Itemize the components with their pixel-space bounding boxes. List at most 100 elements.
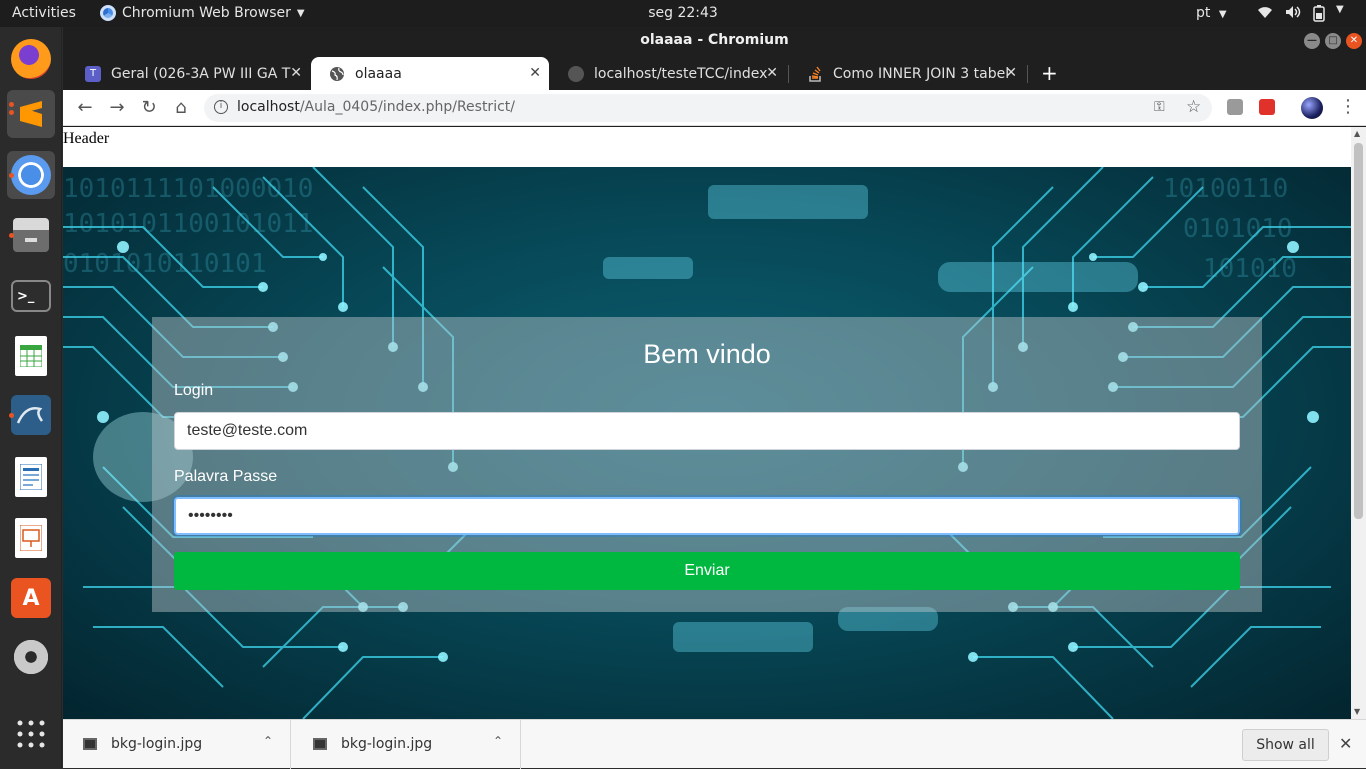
- extension-icon[interactable]: [1227, 99, 1243, 115]
- close-icon[interactable]: ✕: [766, 65, 778, 81]
- window-title: olaaaa - Chromium: [640, 32, 789, 48]
- scroll-up-arrow-icon[interactable]: ▲: [1354, 129, 1360, 138]
- language-indicator[interactable]: pt ▼: [1196, 5, 1227, 21]
- dock-settings[interactable]: [7, 633, 55, 681]
- window-titlebar[interactable]: olaaaa - Chromium — □ ✕: [63, 27, 1366, 54]
- file-manager-icon: [13, 218, 49, 252]
- vertical-scrollbar[interactable]: ▲ ▼: [1351, 127, 1366, 719]
- activities-button[interactable]: Activities: [12, 5, 76, 21]
- app-menu-label: Chromium Web Browser: [122, 5, 291, 21]
- close-icon[interactable]: ✕: [290, 65, 302, 81]
- chevron-down-icon: ▼: [1218, 9, 1227, 20]
- login-card: Bem vindo Login teste@teste.com Palavra …: [152, 317, 1262, 612]
- system-tray[interactable]: ▼: [1256, 4, 1344, 26]
- dock-chromium[interactable]: [7, 151, 55, 199]
- chevron-down-icon: ▼: [296, 7, 305, 19]
- running-indicator: [9, 173, 14, 178]
- chevron-up-icon[interactable]: ⌃: [263, 734, 273, 748]
- download-item[interactable]: bkg-login.jpg ⌃: [63, 720, 291, 769]
- battery-icon: [1312, 4, 1326, 26]
- globe-icon: [329, 66, 345, 82]
- tab-label: Geral (026-3A PW III GA TE: [111, 65, 291, 82]
- login-email-input[interactable]: teste@teste.com: [174, 412, 1240, 450]
- svg-text:0101010: 0101010: [1183, 214, 1293, 244]
- software-center-icon: A: [11, 578, 51, 618]
- forward-arrow-icon[interactable]: →: [105, 96, 129, 120]
- profile-avatar[interactable]: [1301, 97, 1323, 119]
- site-info-icon[interactable]: i: [214, 100, 228, 114]
- dock-software-center[interactable]: A: [7, 574, 55, 622]
- login-label: Login: [174, 382, 214, 399]
- svg-text:10100110: 10100110: [1163, 174, 1288, 204]
- tab-olaaaa[interactable]: olaaaa ✕: [311, 57, 549, 90]
- dock-files[interactable]: [7, 211, 55, 259]
- stackoverflow-icon: [807, 66, 823, 82]
- dock-sublime-text[interactable]: [7, 90, 55, 138]
- dock-impress[interactable]: [7, 514, 55, 562]
- dock-calc[interactable]: [7, 332, 55, 380]
- dock-writer[interactable]: [7, 453, 55, 501]
- tab-strip: T Geral (026-3A PW III GA TE ✕ olaaaa ✕ …: [63, 54, 1366, 90]
- close-icon[interactable]: ✕: [1339, 734, 1352, 753]
- tab-teams[interactable]: T Geral (026-3A PW III GA TE ✕: [67, 57, 310, 90]
- spreadsheet-icon: [15, 336, 47, 376]
- chromium-icon: [100, 5, 116, 21]
- scrollbar-thumb[interactable]: [1354, 143, 1363, 519]
- language-label: pt: [1196, 5, 1211, 21]
- address-bar[interactable]: i localhost/Aula_0405/index.php/Restrict…: [204, 94, 1212, 122]
- tab-localhost-testetcc[interactable]: localhost/testeTCC/index ✕: [550, 57, 786, 90]
- page-viewport: Header 1010111101000010 1010101100101011…: [63, 127, 1366, 719]
- teams-icon: T: [85, 65, 101, 82]
- dock-mysql-workbench[interactable]: [7, 391, 55, 439]
- ubuntu-dock: >_ A: [0, 27, 62, 768]
- sublime-text-icon: [11, 94, 51, 134]
- tab-label: localhost/testeTCC/index: [594, 65, 768, 82]
- chevron-down-icon: ▼: [1336, 4, 1344, 15]
- maximize-button[interactable]: □: [1325, 33, 1341, 49]
- globe-icon: [568, 65, 584, 82]
- new-tab-plus-icon[interactable]: +: [1041, 61, 1058, 85]
- download-item[interactable]: bkg-login.jpg ⌃: [293, 720, 521, 769]
- dock-terminal[interactable]: >_: [7, 272, 55, 320]
- back-arrow-icon[interactable]: ←: [73, 96, 97, 120]
- lock-extension-icon[interactable]: [1259, 99, 1275, 115]
- close-icon[interactable]: ✕: [1005, 65, 1017, 81]
- page-header: Header: [63, 130, 110, 147]
- running-indicator: [9, 110, 14, 115]
- download-shelf: bkg-login.jpg ⌃ bkg-login.jpg ⌃ Show all…: [63, 719, 1366, 769]
- apps-grid-icon: [17, 720, 45, 748]
- svg-text:1010101100101011: 1010101100101011: [63, 209, 313, 239]
- clock[interactable]: seg 22:43: [648, 5, 718, 21]
- tab-stackoverflow[interactable]: Como INNER JOIN 3 tabel ✕: [789, 57, 1025, 90]
- home-icon[interactable]: ⌂: [169, 96, 193, 120]
- url-text: localhost/Aula_0405/index.php/Restrict/: [237, 99, 515, 115]
- password-label: Palavra Passe: [174, 468, 278, 485]
- kebab-menu-icon[interactable]: ⋮: [1339, 96, 1357, 117]
- file-icon: [83, 738, 97, 750]
- scroll-down-arrow-icon[interactable]: ▼: [1354, 707, 1360, 716]
- mysql-workbench-icon: [11, 395, 51, 435]
- bookmark-star-icon[interactable]: ☆: [1186, 97, 1201, 117]
- chevron-up-icon[interactable]: ⌃: [493, 734, 503, 748]
- dock-show-apps[interactable]: [7, 710, 55, 758]
- password-input[interactable]: ••••••••: [174, 497, 1240, 535]
- submit-button[interactable]: Enviar: [174, 552, 1240, 590]
- tab-label: olaaaa: [355, 65, 402, 82]
- show-all-button[interactable]: Show all: [1242, 729, 1329, 761]
- close-window-button[interactable]: ✕: [1346, 33, 1362, 49]
- dock-firefox[interactable]: [7, 35, 55, 83]
- minimize-button[interactable]: —: [1304, 33, 1320, 49]
- close-icon[interactable]: ✕: [529, 65, 541, 81]
- gnome-top-bar: Activities Chromium Web Browser ▼ seg 22…: [0, 0, 1366, 27]
- running-indicator: [9, 413, 14, 418]
- tab-divider: [1027, 65, 1028, 83]
- browser-toolbar: ← → ↻ ⌂ i localhost/Aula_0405/index.php/…: [63, 90, 1366, 126]
- app-menu[interactable]: Chromium Web Browser ▼: [100, 5, 305, 21]
- svg-text:101010: 101010: [1203, 254, 1297, 284]
- volume-icon: [1284, 4, 1302, 26]
- impress-icon: [15, 518, 47, 558]
- download-filename: bkg-login.jpg: [341, 736, 433, 752]
- writer-icon: [15, 457, 47, 497]
- reload-icon[interactable]: ↻: [137, 96, 161, 120]
- key-icon[interactable]: ⚿: [1154, 99, 1165, 115]
